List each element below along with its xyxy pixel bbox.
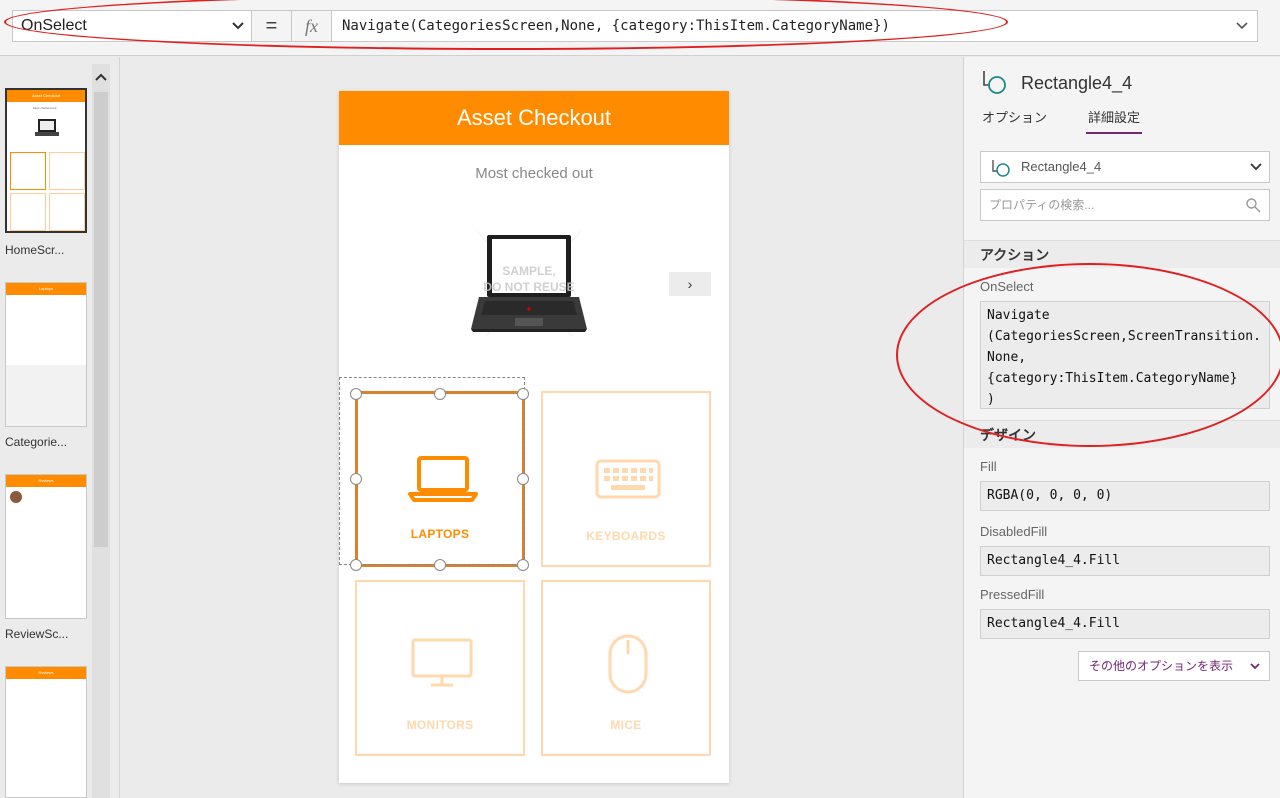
tile-label-mice: MICE: [610, 718, 642, 732]
monitor-icon: [411, 638, 473, 687]
mini-tile-laptops: [10, 152, 46, 190]
sample-watermark: SAMPLE, DO NOT REUSE: [483, 264, 575, 294]
property-dropdown[interactable]: OnSelect: [12, 10, 252, 42]
resize-handle-tr[interactable]: [517, 388, 529, 400]
tile-label-monitors: MONITORS: [406, 718, 474, 732]
tile-keyboards[interactable]: KEYBOARDS: [541, 391, 711, 567]
rectangle-control-icon: [992, 160, 1010, 177]
screens-scrollbar[interactable]: [92, 64, 110, 798]
screen-thumbnail-home[interactable]: Asset Checkout Most checked out: [5, 88, 87, 233]
selection-bounds: [339, 377, 525, 565]
resize-handle-mr[interactable]: [517, 473, 529, 485]
rectangle-control-icon: [983, 71, 1006, 94]
mini-tile-mice: [49, 193, 85, 231]
chevron-down-icon: [1250, 163, 1262, 171]
control-name: Rectangle4_4: [1021, 73, 1133, 93]
fill-label: Fill: [980, 459, 997, 474]
resize-handle-ml[interactable]: [350, 473, 362, 485]
equals-sign: =: [252, 10, 292, 42]
keyboard-icon: [595, 459, 661, 499]
resize-handle-bl[interactable]: [350, 559, 362, 571]
mouse-icon: [608, 634, 648, 694]
most-checked-label: Most checked out: [475, 165, 593, 182]
screen-thumbnail-categories[interactable]: Laptops: [5, 282, 87, 427]
resize-handle-br[interactable]: [517, 559, 529, 571]
chevron-up-icon[interactable]: [94, 70, 108, 84]
chevron-down-icon[interactable]: [1235, 19, 1249, 33]
app-header: Asset Checkout: [339, 91, 729, 145]
thumbnail-subtitle: Most checked out: [33, 106, 57, 110]
section-action-header[interactable]: アクション: [964, 240, 1280, 268]
screen-label-categories: Categorie...: [5, 435, 68, 449]
tab-options[interactable]: オプション: [982, 107, 1047, 132]
tile-label-keyboards: KEYBOARDS: [586, 529, 666, 543]
formula-input[interactable]: Navigate(CategoriesScreen,None, {categor…: [332, 10, 1258, 42]
mini-tile-keyboards: [49, 152, 85, 190]
next-button[interactable]: ›: [669, 272, 711, 296]
section-design-header[interactable]: デザイン: [964, 420, 1280, 448]
thumbnail-header: Asset Checkout: [7, 90, 85, 102]
thumbnail-header: Reviews: [6, 475, 86, 487]
more-options-button[interactable]: その他のオプションを表示: [1078, 651, 1270, 681]
properties-panel: Rectangle4_4 オプション 詳細設定 Rectangle4_4 プロパ…: [896, 57, 1280, 798]
thumbnail-list: [6, 295, 86, 365]
resize-handle-bc[interactable]: [434, 559, 446, 571]
thumbnail-header: Laptops: [6, 283, 86, 295]
thumbnail-header: Reviews: [6, 667, 86, 679]
tab-advanced[interactable]: 詳細設定: [1086, 107, 1143, 134]
property-search-input[interactable]: プロパティの検索...: [980, 189, 1270, 221]
screen-thumbnail-review[interactable]: Reviews: [5, 474, 87, 619]
control-select[interactable]: Rectangle4_4: [980, 151, 1270, 183]
resize-handle-tc[interactable]: [434, 388, 446, 400]
onselect-label: OnSelect: [980, 279, 1034, 294]
pressedfill-input[interactable]: Rectangle4_4.Fill: [980, 609, 1270, 639]
fx-icon[interactable]: fx: [292, 10, 332, 42]
onselect-formula-input[interactable]: Navigate (CategoriesScreen,ScreenTransit…: [980, 301, 1270, 409]
screen-thumbnail-4[interactable]: Reviews: [5, 666, 87, 798]
disabledfill-label: DisabledFill: [980, 524, 1048, 539]
formula-bar: OnSelect = fx Navigate(CategoriesScreen,…: [0, 0, 1280, 56]
chevron-down-icon: [1250, 663, 1260, 670]
tile-monitors[interactable]: MONITORS: [355, 580, 525, 756]
chevron-down-icon: [232, 22, 244, 30]
laptop-icon: [35, 119, 59, 136]
mini-tile-monitors: [10, 193, 46, 231]
search-icon: [1246, 198, 1261, 213]
resize-handle-tl[interactable]: [350, 388, 362, 400]
disabledfill-input[interactable]: Rectangle4_4.Fill: [980, 546, 1270, 576]
more-options-label: その他のオプションを表示: [1089, 659, 1234, 673]
screen-label-home: HomeScr...: [5, 243, 65, 257]
screen-label-review: ReviewSc...: [5, 627, 69, 641]
formula-text: Navigate(CategoriesScreen,None, {categor…: [342, 18, 890, 34]
control-select-value: Rectangle4_4: [1021, 159, 1102, 174]
avatar: [10, 491, 22, 503]
tile-mice[interactable]: MICE: [541, 580, 711, 756]
scrollbar-thumb[interactable]: [94, 92, 108, 547]
fill-input[interactable]: RGBA(0, 0, 0, 0): [980, 481, 1270, 511]
property-search-placeholder: プロパティの検索...: [989, 198, 1095, 212]
pressedfill-label: PressedFill: [980, 587, 1045, 602]
property-dropdown-value: OnSelect: [21, 17, 87, 34]
